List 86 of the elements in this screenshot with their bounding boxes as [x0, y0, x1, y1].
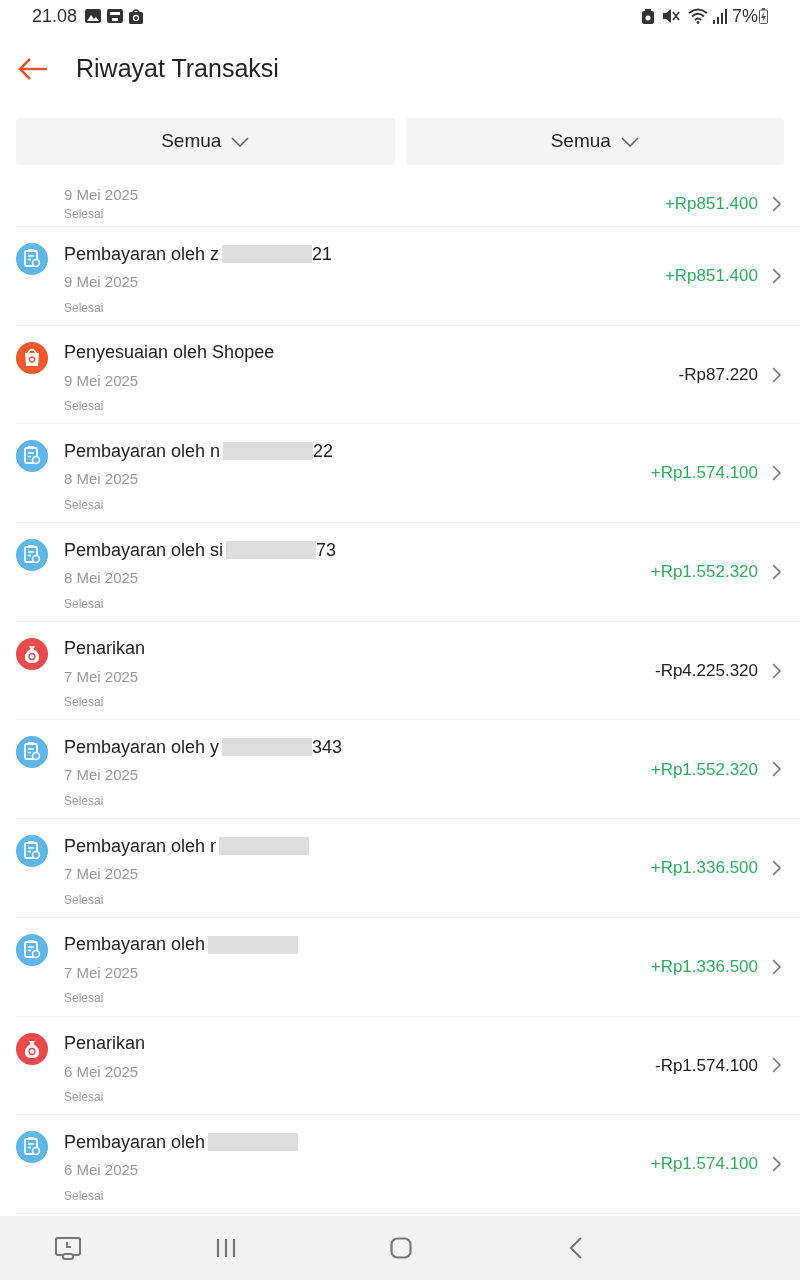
chevron-right-icon: [772, 267, 782, 284]
date-text: 7 Mei 2025: [64, 962, 140, 983]
title-suffix: 22: [313, 439, 334, 463]
image-icon: [85, 9, 102, 23]
amount-text: +Rp1.336.500: [650, 955, 758, 978]
status-text: Selesai: [64, 990, 105, 1008]
date-text: 8 Mei 2025: [64, 568, 140, 589]
status-text: Selesai: [64, 1089, 105, 1106]
transaction-row[interactable]: Pembayaran oleh 7 Mei 2025 Selesai +Rp1.336.500: [16, 917, 800, 1017]
chevron-right-icon: [772, 465, 782, 482]
battery-saver-icon: [642, 8, 654, 24]
chevron-down-icon: [620, 136, 639, 147]
transaction-row[interactable]: Penyesuaian oleh Shopee 9 Mei 2025 Selesai -Rp87.220: [16, 325, 800, 425]
home-icon[interactable]: [390, 1237, 412, 1259]
date-text: 7 Mei 2025: [64, 864, 140, 885]
date-text: 6 Mei 2025: [64, 1061, 140, 1082]
amount-text: +Rp1.574.100: [650, 1153, 758, 1176]
page-title: Riwayat Transaksi: [76, 53, 279, 85]
chevron-right-icon: [772, 563, 782, 580]
transaction-row[interactable]: Pembayaran oleh y 343 7 Mei 2025 Selesai +Rp1.552.320: [16, 720, 800, 820]
date-text: 6 Mei 2025: [64, 1160, 140, 1181]
status-text: Selesai: [64, 595, 105, 613]
transaction-title: Pembayaran oleh y: [64, 735, 220, 759]
status-text: Selesai: [64, 496, 105, 514]
amount-text: -Rp1.574.100: [654, 1054, 758, 1077]
transaction-title: Pembayaran oleh: [64, 933, 206, 957]
chevron-right-icon: [772, 1156, 782, 1173]
wifi-icon: [688, 8, 710, 24]
chevron-right-icon: [772, 195, 782, 212]
chevron-right-icon: [772, 761, 782, 778]
status-text: Selesai: [64, 299, 105, 317]
transaction-title: Pembayaran oleh z: [64, 242, 220, 266]
status-text: Selesai: [64, 891, 105, 909]
amount-text: +Rp851.400: [664, 192, 758, 215]
battery-level: 7%: [732, 4, 758, 28]
transaction-row[interactable]: Pembayaran oleh z 21 9 Mei 2025 Selesai +Rp851.400: [16, 227, 800, 326]
title-suffix: 21: [312, 242, 333, 266]
status-text: Selesai: [64, 694, 105, 712]
filter-dropdown[interactable]: Semua: [405, 118, 784, 165]
screen-clock-icon[interactable]: [54, 1236, 82, 1260]
transaction-row[interactable]: Penarikan 6 Mei 2025 Selesai -Rp1.574.100: [16, 1016, 800, 1116]
transaction-row[interactable]: Penarikan 7 Mei 2025 Selesai -Rp4.225.320: [16, 621, 800, 721]
date-text: 8 Mei 2025: [64, 469, 140, 490]
amount-text: -Rp87.220: [678, 363, 758, 386]
transaction-title: Penyesuaian oleh Shopee: [64, 341, 275, 365]
amount-text: +Rp1.336.500: [650, 857, 758, 880]
transaction-title: Pembayaran oleh: [64, 1130, 206, 1154]
chevron-right-icon: [772, 859, 782, 876]
transaction-row[interactable]: Pembayaran oleh 6 Mei 2025 Selesai +Rp1.574.100: [16, 1115, 800, 1214]
battery-charging-icon: [759, 8, 768, 24]
date-text: 9 Mei 2025: [64, 272, 140, 292]
transaction-row[interactable]: Pembayaran oleh r 7 Mei 2025 Selesai +Rp1.336.500: [16, 819, 800, 918]
chevron-right-icon: [772, 366, 782, 383]
transaction-title: Pembayaran oleh n: [64, 439, 221, 463]
amount-text: +Rp1.552.320: [650, 561, 758, 584]
date-text: 9 Mei 2025: [64, 187, 140, 202]
signal-icon: [712, 8, 728, 24]
chevron-down-icon: [231, 136, 250, 147]
amount-text: +Rp851.400: [664, 265, 758, 288]
date-text: 9 Mei 2025: [64, 370, 140, 391]
amount-text: -Rp4.225.320: [654, 659, 758, 682]
chevron-right-icon: [772, 662, 782, 679]
chevron-right-icon: [772, 1057, 782, 1074]
title-suffix: 73: [316, 538, 337, 562]
back-icon[interactable]: [569, 1237, 583, 1259]
date-text: 7 Mei 2025: [64, 765, 140, 786]
transaction-title: Pembayaran oleh si: [64, 538, 224, 562]
transaction-title: Penarikan: [64, 637, 146, 661]
recent-apps-icon[interactable]: [215, 1237, 237, 1259]
amount-text: +Rp1.552.320: [650, 758, 758, 781]
status-text: Selesai: [64, 208, 105, 220]
filter-dropdown[interactable]: Semua: [16, 118, 395, 165]
transaction-row[interactable]: Pembayaran oleh n 22 8 Mei 2025 Selesai +Rp1.574.100: [16, 424, 800, 524]
chevron-right-icon: [772, 958, 782, 975]
date-text: 7 Mei 2025: [64, 666, 140, 687]
status-text: Selesai: [64, 398, 105, 416]
mute-icon: [662, 8, 682, 24]
transaction-title: Penarikan: [64, 1032, 146, 1055]
amount-text: +Rp1.574.100: [650, 462, 758, 485]
title-suffix: 343: [312, 735, 343, 759]
status-text: Selesai: [64, 792, 105, 810]
clock-time: 21.08: [32, 4, 78, 28]
printer-icon: [107, 9, 124, 23]
transaction-row[interactable]: Pembayaran oleh si 73 8 Mei 2025 Selesai +Rp1.552.320: [16, 523, 800, 622]
transaction-title: Pembayaran oleh r: [64, 834, 217, 858]
status-text: Selesai: [64, 1187, 105, 1205]
